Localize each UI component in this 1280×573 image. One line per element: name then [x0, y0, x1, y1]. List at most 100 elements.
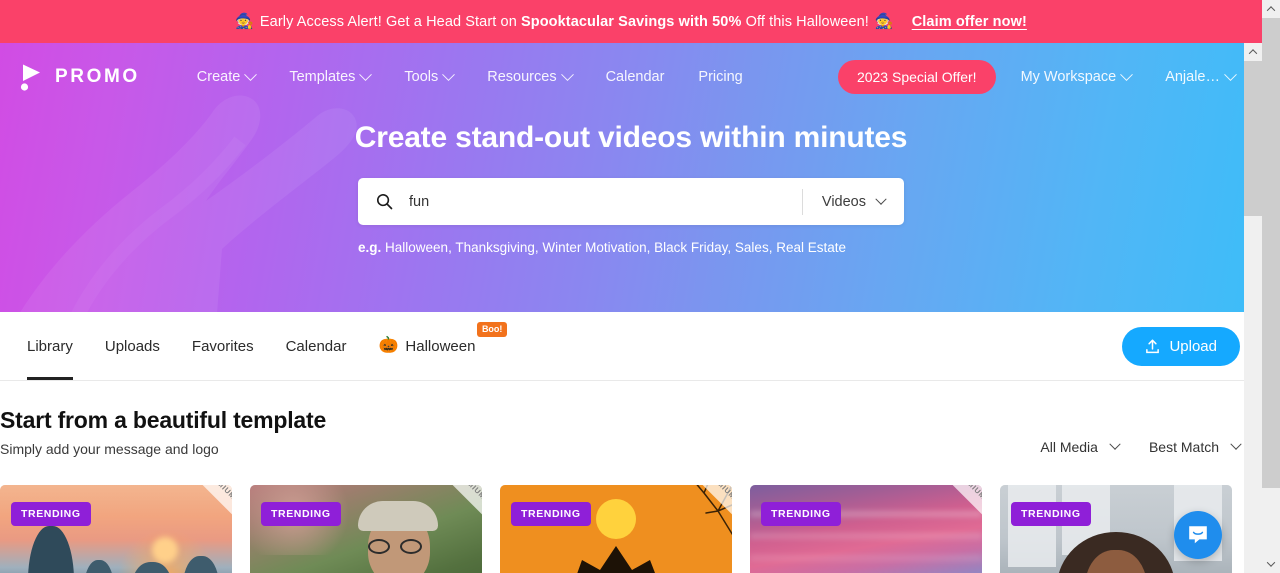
wizard-icon-right: 🧙	[874, 13, 894, 30]
chevron-down-icon	[1109, 438, 1121, 450]
tab-label: Calendar	[285, 337, 347, 355]
promo-logo[interactable]: PROMO	[20, 63, 140, 91]
trending-badge: TRENDING	[11, 502, 91, 526]
play-logo-icon	[20, 64, 40, 91]
tab-label: Uploads	[104, 337, 160, 355]
search-icon	[376, 193, 393, 210]
filter-best-match[interactable]: Best Match	[1148, 438, 1242, 455]
nav-label: Tools	[404, 69, 439, 85]
chevron-down-icon	[1230, 438, 1242, 450]
chat-bubble-icon	[1189, 526, 1207, 544]
workspace-menu[interactable]: My Workspace	[1004, 63, 1149, 91]
trending-badge: TRENDING	[1011, 502, 1091, 526]
window-scrollbar[interactable]	[1262, 0, 1280, 573]
search-type-dropdown[interactable]: Videos	[803, 193, 904, 210]
nav-label: Pricing	[698, 69, 743, 85]
chevron-down-icon	[244, 67, 258, 81]
nav-item-resources[interactable]: Resources	[470, 63, 588, 91]
template-card[interactable]: PREMIUM TRENDING AS THE MOON SHINES	[500, 485, 732, 573]
claim-offer-link[interactable]: Claim offer now!	[912, 14, 1027, 30]
upload-button-label: Upload	[1169, 337, 1217, 355]
trending-badge: TRENDING	[261, 502, 341, 526]
search-bar: Videos	[358, 178, 904, 225]
pumpkin-icon: 🎃	[378, 337, 399, 354]
tabs: Library Uploads Favorites Calendar 🎃 Hal…	[22, 312, 508, 380]
tab-label: Halloween	[405, 337, 476, 355]
trending-badge: TRENDING	[511, 502, 591, 526]
chevron-down-icon	[560, 67, 574, 81]
boo-badge: Boo!	[476, 322, 508, 337]
chevron-down-icon	[442, 67, 456, 81]
tab-label: Library	[27, 337, 73, 355]
wizard-icon-left: 🧙	[235, 13, 254, 30]
tab-uploads[interactable]: Uploads	[89, 312, 176, 380]
scrollbar-thumb[interactable]	[1244, 61, 1262, 216]
nav-label: Calendar	[605, 69, 665, 85]
tab-halloween[interactable]: 🎃 Halloween Boo!	[362, 312, 508, 380]
promo-text-before: Early Access Alert! Get a Head Start on	[259, 13, 521, 30]
nav-links: Create Templates Tools Resources Calenda…	[180, 63, 760, 91]
promo-text-bold: Spooktacular Savings with 50%	[520, 13, 742, 30]
nav-item-tools[interactable]: Tools	[387, 63, 470, 91]
template-filters: All Media Best Match	[1040, 438, 1242, 457]
trending-badge: TRENDING	[761, 502, 841, 526]
scrollbar-thumb[interactable]	[1262, 18, 1280, 488]
intercom-chat-button[interactable]	[1174, 511, 1222, 559]
template-card[interactable]: PREMIUM TRENDING Shop	[250, 485, 482, 573]
template-card[interactable]: PREMIUM TRENDING	[750, 485, 982, 573]
upload-button[interactable]: Upload	[1122, 326, 1240, 366]
flat-cap-shape	[358, 501, 438, 531]
content-scrollbar[interactable]	[1244, 43, 1262, 573]
cloud-streak	[750, 533, 982, 539]
library-tab-bar: Library Uploads Favorites Calendar 🎃 Hal…	[0, 312, 1262, 381]
tab-calendar[interactable]: Calendar	[270, 312, 363, 380]
browser-viewport: 🧙 Early Access Alert! Get a Head Start o…	[0, 0, 1280, 573]
search-examples: e.g. Halloween, Thanksgiving, Winter Mot…	[358, 240, 904, 255]
nav-item-pricing[interactable]: Pricing	[681, 63, 759, 91]
logo-text: PROMO	[55, 66, 140, 87]
nav-label: Templates	[289, 69, 356, 85]
templates-header: Start from a beautiful template Simply a…	[0, 381, 1262, 457]
scroll-up-arrow[interactable]	[1244, 43, 1262, 61]
workspace-label: My Workspace	[1020, 69, 1117, 85]
filter-label: Best Match	[1148, 439, 1219, 455]
tab-library[interactable]: Library	[22, 312, 89, 380]
scroll-down-arrow[interactable]	[1262, 555, 1280, 573]
chevron-down-icon	[359, 67, 373, 81]
card-artwork	[500, 485, 732, 573]
nav-item-calendar[interactable]: Calendar	[589, 63, 682, 91]
promo-banner: 🧙 Early Access Alert! Get a Head Start o…	[0, 0, 1262, 43]
template-card[interactable]: PREMIUM TRENDING Believing in	[0, 485, 232, 573]
tab-favorites[interactable]: Favorites	[176, 312, 270, 380]
chevron-down-icon	[1224, 67, 1237, 81]
main-navigation: PROMO Create Templates Tools Resources C…	[0, 55, 1262, 99]
karst-shape	[132, 562, 172, 573]
account-menu[interactable]: Anjale…	[1148, 63, 1252, 91]
sun-shape	[152, 537, 178, 563]
nav-label: Create	[196, 69, 241, 85]
cloud-streak	[750, 555, 982, 561]
moon-shape	[596, 499, 636, 539]
search-input[interactable]	[393, 178, 802, 225]
karst-shape	[84, 560, 114, 573]
nav-item-create[interactable]: Create	[180, 63, 273, 91]
karst-shape	[28, 526, 74, 573]
karst-shape	[183, 556, 219, 573]
examples-prefix: e.g.	[358, 240, 382, 255]
card-artwork	[0, 485, 232, 573]
card-artwork	[250, 485, 482, 573]
examples-list[interactable]: Halloween, Thanksgiving, Winter Motivati…	[385, 240, 846, 255]
account-label: Anjale…	[1165, 69, 1220, 85]
card-artwork	[750, 485, 982, 573]
page-content: 🧙 Early Access Alert! Get a Head Start o…	[0, 0, 1262, 573]
search-type-label: Videos	[821, 193, 866, 210]
building-shape	[1008, 485, 1056, 567]
filter-all-media[interactable]: All Media	[1040, 438, 1121, 455]
nav-item-templates[interactable]: Templates	[272, 63, 387, 91]
glasses-shape	[368, 539, 390, 554]
chevron-down-icon	[875, 193, 887, 205]
promo-text-after: Off this Halloween!	[741, 13, 869, 30]
special-offer-button[interactable]: 2023 Special Offer!	[837, 60, 996, 94]
scroll-up-arrow[interactable]	[1262, 0, 1280, 18]
nav-label: Resources	[487, 69, 557, 85]
